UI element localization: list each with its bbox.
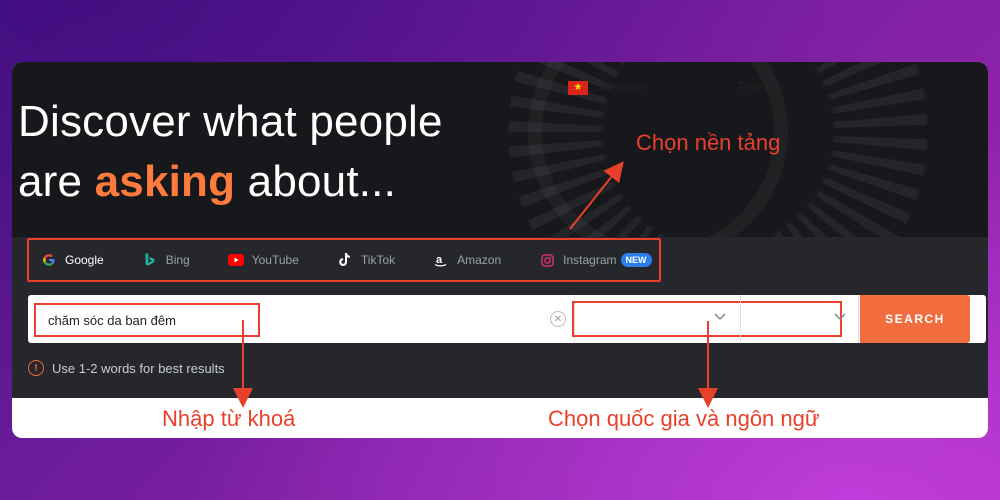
chevron-down-icon[interactable] [714,312,726,324]
tab-instagram[interactable]: Instagram NEW [539,240,652,280]
divider [740,295,741,343]
headline-post: about... [235,157,397,206]
tab-label: Amazon [457,253,502,267]
search-hint: ! Use 1-2 words for best results [28,360,225,376]
app-card: Discover what people are asking about...… [12,62,988,438]
language-select[interactable]: Polish [738,79,773,94]
keyword-value: chăm sóc da ban đêm [48,312,176,328]
platform-tabs: Google Bing YouTube TikTok a Amazon Inst… [27,238,661,282]
chevron-down-icon[interactable] [834,312,846,324]
tab-tiktok[interactable]: TikTok [337,240,395,280]
tab-label: YouTube [251,253,299,267]
vietnam-flag-icon: ★ [568,81,588,95]
divider [858,295,859,343]
tab-label: TikTok [360,253,396,267]
annotation-platform: Chọn nền tảng [636,130,781,155]
country-select[interactable]: Vietnam [598,79,645,94]
country-language-highlight [572,301,842,337]
tab-bing[interactable]: Bing [142,240,190,280]
keyword-input[interactable]: chăm sóc da ban đêm [34,303,260,337]
instagram-icon [539,252,555,268]
bing-icon [142,252,158,268]
tab-label: Google [65,253,104,267]
info-icon: ! [28,360,44,376]
annotation-country-language: Chọn quốc gia và ngôn ngữ [548,406,820,431]
new-badge: NEW [620,253,652,267]
headline-line-1: Discover what people [18,97,443,146]
tab-label: Bing [165,253,190,267]
headline-line-2: are asking about... [18,152,443,212]
annotation-keyword: Nhập từ khoá [162,406,296,431]
hero-section: Discover what people are asking about... [12,62,988,237]
search-button[interactable]: SEARCH [860,295,970,343]
tiktok-icon [337,252,353,268]
tab-label: Instagram [563,253,617,267]
tab-google[interactable]: Google [41,240,104,280]
hint-text: Use 1-2 words for best results [52,360,225,376]
youtube-icon [227,252,244,268]
amazon-icon: a [433,252,449,268]
tab-youtube[interactable]: YouTube [227,240,299,280]
google-icon [41,252,57,268]
tab-amazon[interactable]: a Amazon [433,240,501,280]
headline-pre: are [18,157,95,206]
hero-headline: Discover what people are asking about... [18,92,443,212]
svg-text:a: a [436,254,443,266]
clear-icon[interactable]: ✕ [550,311,566,327]
headline-accent: asking [94,157,236,206]
